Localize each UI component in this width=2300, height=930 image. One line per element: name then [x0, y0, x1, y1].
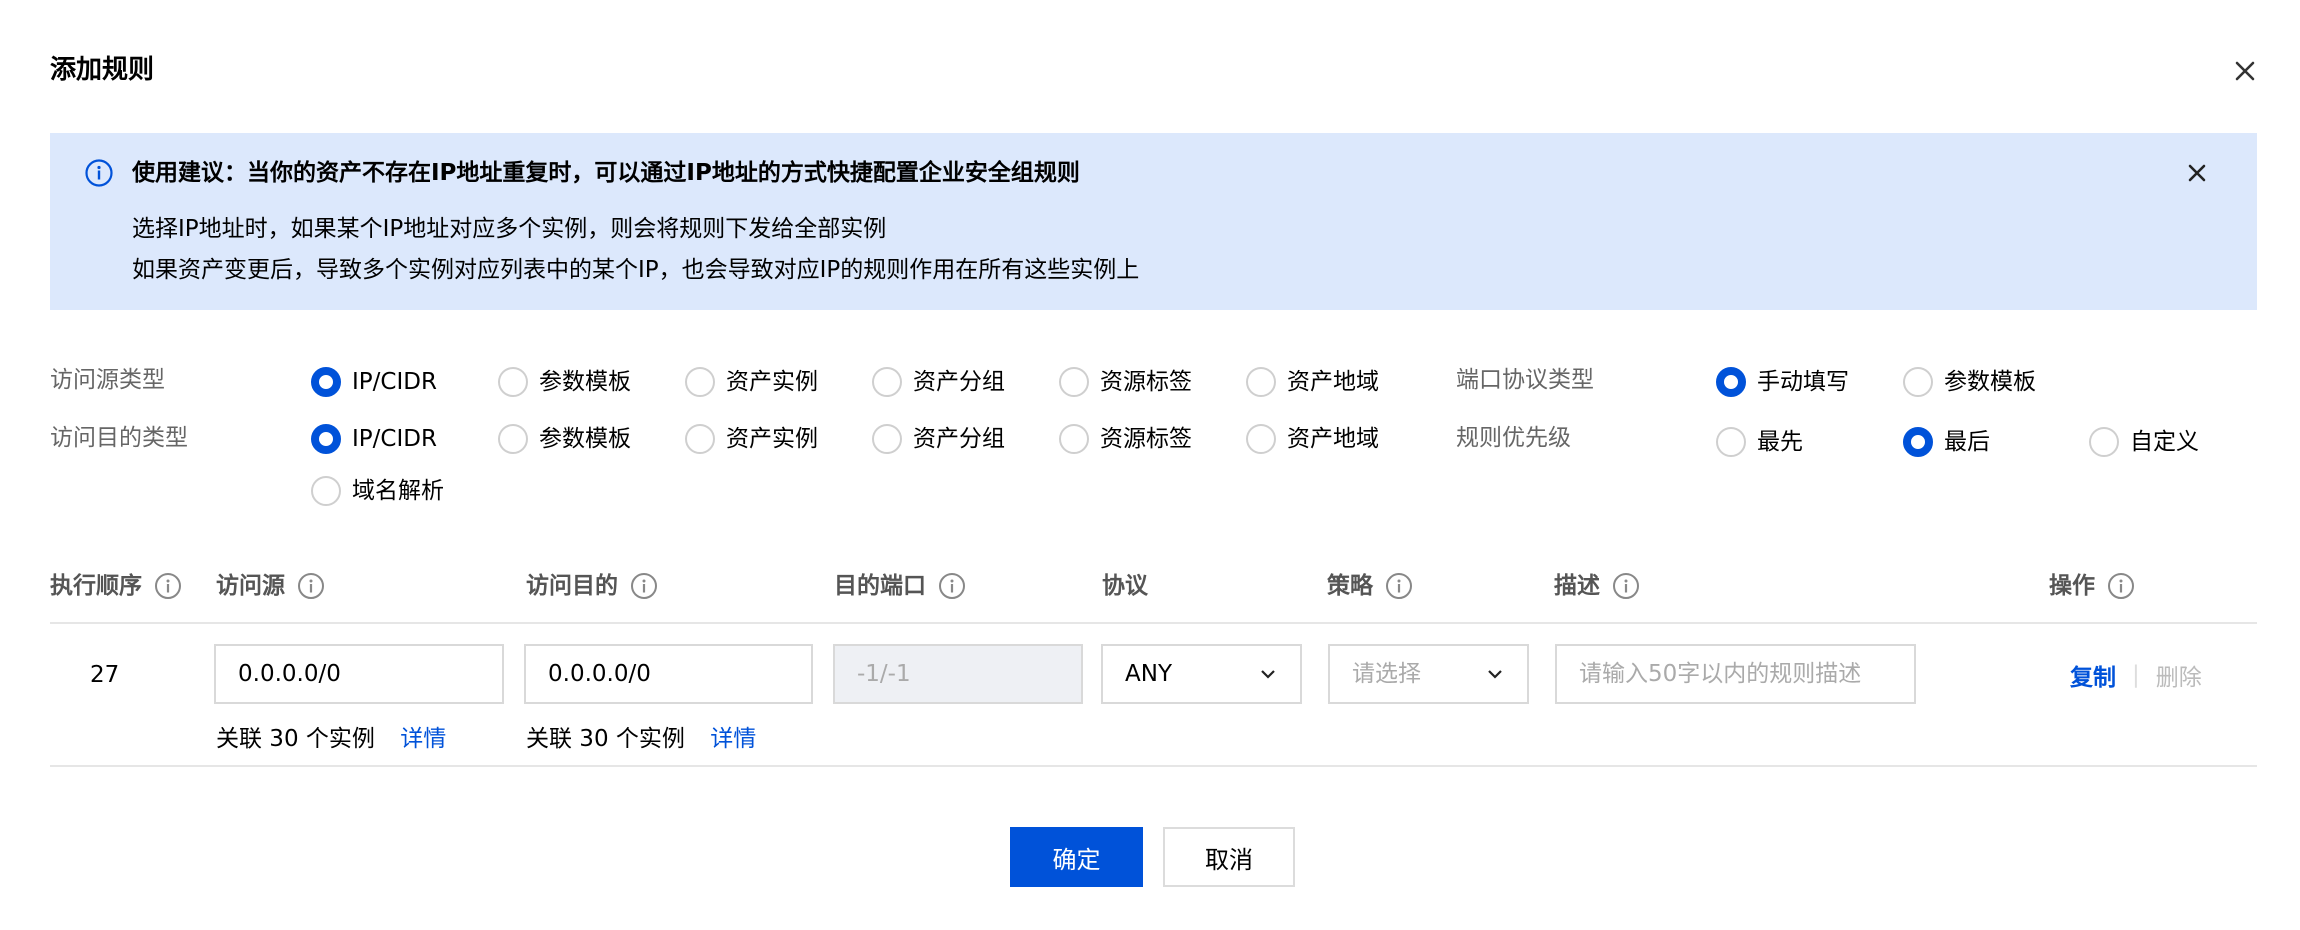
source-type-param-template[interactable]: 参数模板 [498, 365, 631, 399]
source-type-asset-region[interactable]: 资产地域 [1246, 365, 1379, 399]
source-type-ip-cidr[interactable]: IP/CIDR [311, 365, 437, 399]
help-icon[interactable] [297, 572, 325, 600]
copy-link[interactable]: 复制 [2070, 658, 2116, 692]
source-assoc: 关联 30 个实例 详情 [216, 726, 447, 752]
rule-priority-custom[interactable]: 自定义 [2089, 425, 2199, 459]
rule-priority-label: 规则优先级 [1456, 425, 1571, 451]
th-policy: 策略 [1327, 569, 1413, 603]
help-icon[interactable] [1385, 572, 1413, 600]
radio-checked-icon [311, 424, 341, 454]
source-type-label: 访问源类型 [50, 367, 165, 393]
source-input[interactable]: 0.0.0.0/0 [214, 644, 504, 704]
info-icon [85, 159, 113, 187]
radio-unchecked-icon [2089, 427, 2119, 457]
row-ops: 复制 | 删除 [2070, 658, 2202, 692]
description-input[interactable]: 请输入50字以内的规则描述 [1555, 644, 1916, 704]
th-ops: 操作 [2049, 569, 2135, 603]
radio-unchecked-icon [872, 367, 902, 397]
dest-type-param-template[interactable]: 参数模板 [498, 422, 631, 456]
radio-unchecked-icon [872, 424, 902, 454]
radio-checked-icon [1903, 427, 1933, 457]
radio-unchecked-icon [498, 367, 528, 397]
notice-close-icon[interactable] [2180, 156, 2214, 190]
radio-unchecked-icon [1059, 424, 1089, 454]
radio-unchecked-icon [685, 367, 715, 397]
dest-type-domain-resolve[interactable]: 域名解析 [311, 474, 444, 508]
dialog-title: 添加规则 [50, 55, 155, 85]
th-port: 目的端口 [834, 569, 966, 603]
port-protocol-manual[interactable]: 手动填写 [1716, 365, 1849, 399]
dest-detail-link[interactable]: 详情 [710, 726, 756, 752]
rule-priority-first[interactable]: 最先 [1716, 425, 1803, 459]
th-desc: 描述 [1554, 569, 1640, 603]
dest-type-asset-region[interactable]: 资产地域 [1246, 422, 1379, 456]
radio-unchecked-icon [1059, 367, 1089, 397]
source-type-resource-tag[interactable]: 资源标签 [1059, 365, 1192, 399]
dest-type-label: 访问目的类型 [50, 425, 188, 451]
radio-unchecked-icon [1716, 427, 1746, 457]
dest-type-asset-group[interactable]: 资产分组 [872, 422, 1005, 456]
source-type-asset-instance[interactable]: 资产实例 [685, 365, 818, 399]
radio-unchecked-icon [685, 424, 715, 454]
radio-unchecked-icon [1246, 424, 1276, 454]
radio-unchecked-icon [1246, 367, 1276, 397]
ops-separator: | [2132, 662, 2140, 688]
radio-checked-icon [1716, 367, 1746, 397]
source-detail-link[interactable]: 详情 [400, 726, 446, 752]
dest-type-resource-tag[interactable]: 资源标签 [1059, 422, 1192, 456]
chevron-down-icon [1261, 670, 1275, 679]
radio-unchecked-icon [1903, 367, 1933, 397]
protocol-select[interactable]: ANY [1101, 644, 1302, 704]
chevron-down-icon [1488, 670, 1502, 679]
help-icon[interactable] [2107, 572, 2135, 600]
th-protocol: 协议 [1102, 573, 1148, 599]
radio-checked-icon [311, 367, 341, 397]
th-order: 执行顺序 [50, 569, 182, 603]
th-source: 访问源 [216, 569, 325, 603]
help-icon[interactable] [154, 572, 182, 600]
radio-unchecked-icon [311, 476, 341, 506]
help-icon[interactable] [1612, 572, 1640, 600]
rule-priority-last[interactable]: 最后 [1903, 425, 1990, 459]
notice-title: 使用建议：当你的资产不存在IP地址重复时，可以通过IP地址的方式快捷配置企业安全… [132, 160, 1080, 186]
delete-link: 删除 [2155, 665, 2202, 691]
dest-type-ip-cidr[interactable]: IP/CIDR [311, 422, 437, 456]
table-row-divider [50, 765, 2257, 767]
source-type-asset-group[interactable]: 资产分组 [872, 365, 1005, 399]
help-icon[interactable] [630, 572, 658, 600]
policy-select[interactable]: 请选择 [1328, 644, 1529, 704]
help-icon[interactable] [938, 572, 966, 600]
notice-line-2: 如果资产变更后，导致多个实例对应列表中的某个IP，也会导致对应IP的规则作用在所… [132, 257, 1140, 283]
notice-line-1: 选择IP地址时，如果某个IP地址对应多个实例，则会将规则下发给全部实例 [132, 216, 887, 242]
dest-type-asset-instance[interactable]: 资产实例 [685, 422, 818, 456]
cancel-button[interactable]: 取消 [1163, 827, 1295, 887]
port-protocol-param-template[interactable]: 参数模板 [1903, 365, 2036, 399]
radio-unchecked-icon [498, 424, 528, 454]
th-dest: 访问目的 [526, 569, 658, 603]
dest-assoc: 关联 30 个实例 详情 [526, 726, 757, 752]
confirm-button[interactable]: 确定 [1010, 827, 1143, 887]
close-icon[interactable] [2228, 54, 2262, 88]
table-header-divider [50, 622, 2257, 624]
port-protocol-type-label: 端口协议类型 [1456, 367, 1594, 393]
port-input: -1/-1 [833, 644, 1083, 704]
dest-input[interactable]: 0.0.0.0/0 [524, 644, 813, 704]
row-order: 27 [90, 662, 120, 688]
